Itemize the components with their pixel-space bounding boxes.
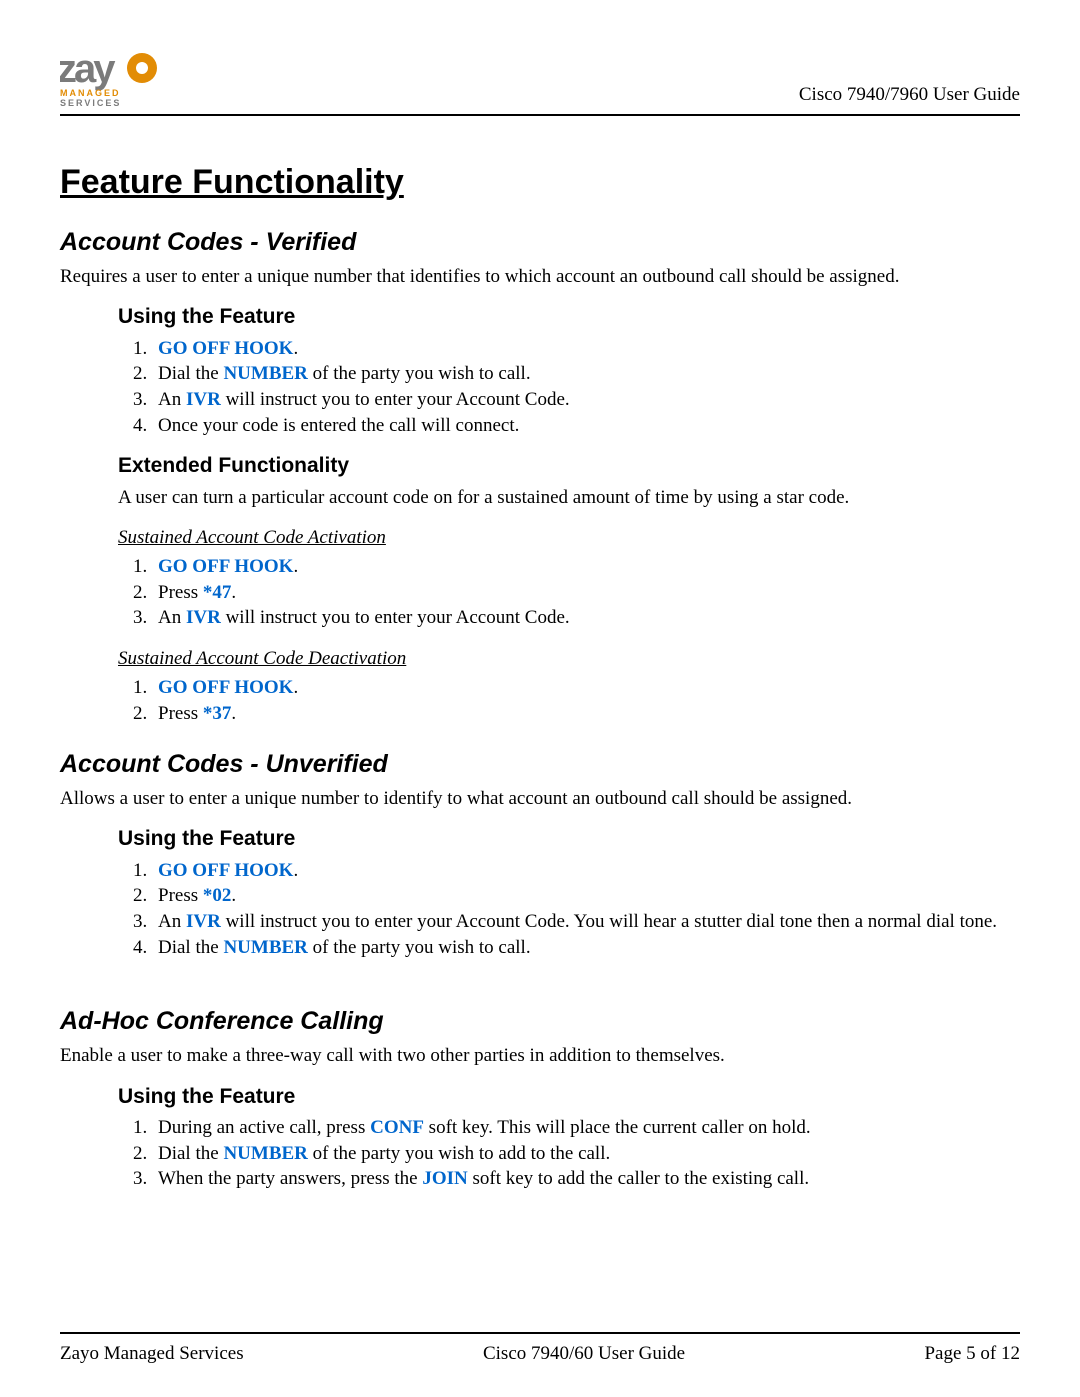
step: GO OFF HOOK. xyxy=(152,337,1020,362)
step: GO OFF HOOK. xyxy=(152,859,1020,884)
step: GO OFF HOOK. xyxy=(152,555,1020,580)
section-desc-verified: Requires a user to enter a unique number… xyxy=(60,265,1020,290)
steps-adhoc-using: During an active call, press CONF soft k… xyxy=(118,1116,1020,1192)
step: Press *02. xyxy=(152,884,1020,909)
footer-right: Page 5 of 12 xyxy=(924,1342,1020,1367)
keyword: CONF xyxy=(370,1117,424,1138)
step: Dial the NUMBER of the party you wish to… xyxy=(152,936,1020,961)
document-body: Feature Functionality Account Codes - Ve… xyxy=(60,152,1020,1292)
subsection-using-adhoc: Using the Feature xyxy=(118,1083,1020,1110)
section-heading-verified: Account Codes - Verified xyxy=(60,226,1020,259)
extended-desc: A user can turn a particular account cod… xyxy=(118,486,1020,511)
subsection-using-unverified: Using the Feature xyxy=(118,825,1020,852)
step: During an active call, press CONF soft k… xyxy=(152,1116,1020,1141)
svg-text:zay: zay xyxy=(60,48,116,91)
keyword: IVR xyxy=(186,389,221,410)
keyword: GO OFF HOOK xyxy=(158,338,293,359)
subsection-using-verified: Using the Feature xyxy=(118,303,1020,330)
procedure-activation: Sustained Account Code Activation xyxy=(118,526,1020,551)
step: Press *47. xyxy=(152,581,1020,606)
step: An IVR will instruct you to enter your A… xyxy=(152,910,1020,935)
page-footer: Zayo Managed Services Cisco 7940/60 User… xyxy=(60,1332,1020,1367)
keyword: NUMBER xyxy=(223,1143,307,1164)
procedure-deactivation: Sustained Account Code Deactivation xyxy=(118,647,1020,672)
keyword: NUMBER xyxy=(223,363,307,384)
keyword: *37 xyxy=(203,703,232,724)
section-heading-unverified: Account Codes - Unverified xyxy=(60,748,1020,781)
svg-text:MANAGED: MANAGED xyxy=(60,88,121,98)
step: Once your code is entered the call will … xyxy=(152,414,1020,439)
keyword: *47 xyxy=(203,582,232,603)
steps-deactivation: GO OFF HOOK.Press *37. xyxy=(118,676,1020,726)
step: Dial the NUMBER of the party you wish to… xyxy=(152,1142,1020,1167)
step: When the party answers, press the JOIN s… xyxy=(152,1167,1020,1192)
keyword: JOIN xyxy=(422,1168,467,1189)
keyword: IVR xyxy=(186,911,221,932)
steps-unverified-using: GO OFF HOOK.Press *02.An IVR will instru… xyxy=(118,859,1020,961)
section-desc-unverified: Allows a user to enter a unique number t… xyxy=(60,787,1020,812)
keyword: GO OFF HOOK xyxy=(158,556,293,577)
footer-left: Zayo Managed Services xyxy=(60,1342,244,1367)
step: Dial the NUMBER of the party you wish to… xyxy=(152,362,1020,387)
document-page: zay MANAGED SERVICES Cisco 7940/7960 Use… xyxy=(0,0,1080,1397)
step: An IVR will instruct you to enter your A… xyxy=(152,388,1020,413)
page-title: Feature Functionality xyxy=(60,160,1020,204)
header-doc-title: Cisco 7940/7960 User Guide xyxy=(799,83,1020,108)
footer-center: Cisco 7940/60 User Guide xyxy=(483,1342,685,1367)
zayo-logo-icon: zay MANAGED SERVICES xyxy=(60,48,190,108)
section-heading-adhoc: Ad-Hoc Conference Calling xyxy=(60,1005,1020,1038)
keyword: IVR xyxy=(186,607,221,628)
svg-text:SERVICES: SERVICES xyxy=(60,98,121,108)
section-desc-adhoc: Enable a user to make a three-way call w… xyxy=(60,1044,1020,1069)
step: Press *37. xyxy=(152,702,1020,727)
step: GO OFF HOOK. xyxy=(152,676,1020,701)
logo: zay MANAGED SERVICES xyxy=(60,48,190,108)
keyword: GO OFF HOOK xyxy=(158,677,293,698)
keyword: *02 xyxy=(203,885,232,906)
page-header: zay MANAGED SERVICES Cisco 7940/7960 Use… xyxy=(60,48,1020,116)
steps-activation: GO OFF HOOK.Press *47.An IVR will instru… xyxy=(118,555,1020,631)
keyword: NUMBER xyxy=(223,937,307,958)
steps-verified-using: GO OFF HOOK.Dial the NUMBER of the party… xyxy=(118,337,1020,439)
subsection-extended: Extended Functionality xyxy=(118,452,1020,479)
keyword: GO OFF HOOK xyxy=(158,860,293,881)
step: An IVR will instruct you to enter your A… xyxy=(152,606,1020,631)
